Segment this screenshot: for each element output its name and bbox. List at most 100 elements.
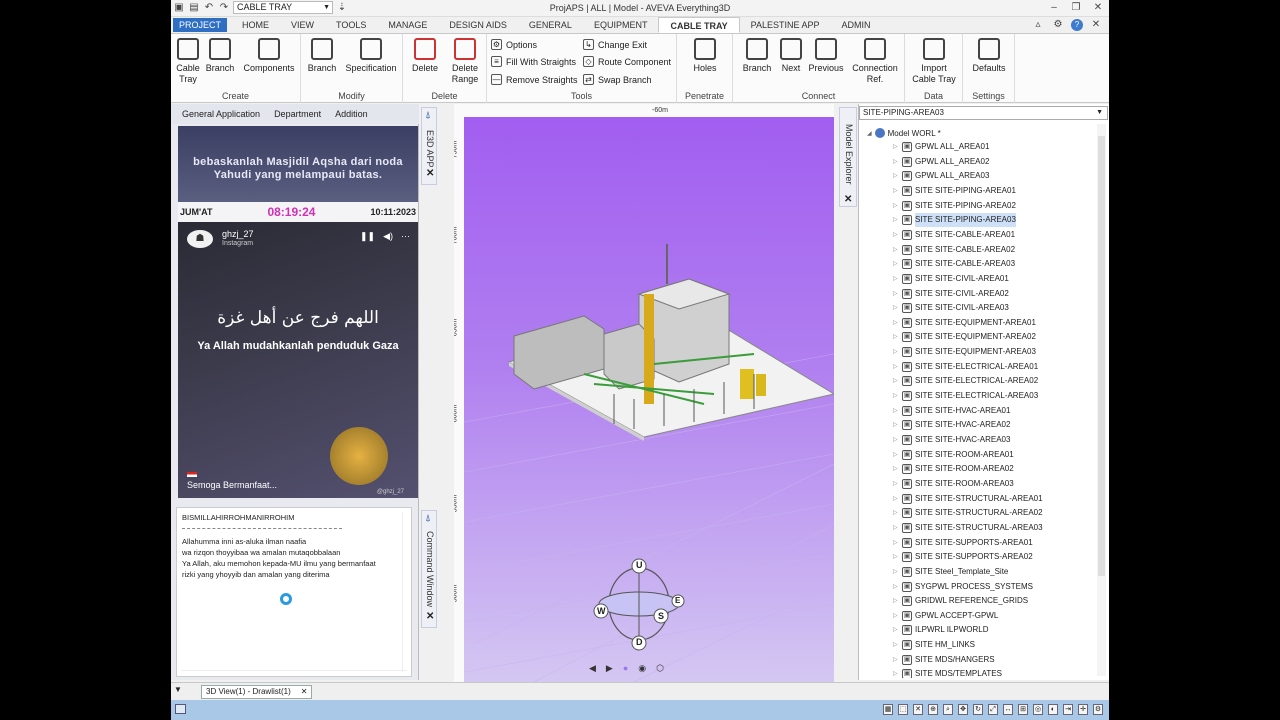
- tab-menu-icon[interactable]: ▼: [174, 685, 182, 694]
- previous-button[interactable]: Previous: [807, 38, 845, 74]
- compass-up[interactable]: U: [636, 560, 643, 570]
- delete-button[interactable]: Delete: [407, 38, 443, 74]
- tree-item[interactable]: ▷ ▣ SITE SITE-STRUCTURAL-AREA01: [893, 492, 1043, 506]
- close-icon[interactable]: ✕: [1091, 1, 1105, 15]
- expand-icon[interactable]: ▷: [893, 623, 899, 637]
- change-exit-button[interactable]: ↳ Change Exit: [583, 39, 647, 50]
- tree-item[interactable]: ▷ ▣ SITE SITE-CABLE-AREA02: [893, 243, 1015, 257]
- tree-item[interactable]: ▷ ▣ SITE Steel_Template_Site: [893, 565, 1008, 579]
- create-branch-button[interactable]: Branch: [204, 38, 236, 74]
- expand-icon[interactable]: ▷: [893, 199, 899, 213]
- tree-item[interactable]: ▷ ▣ SITE SITE-PIPING-AREA01: [893, 184, 1016, 198]
- tree-item[interactable]: ▷ ▣ SITE SITE-CABLE-AREA01: [893, 228, 1015, 242]
- forward-icon[interactable]: ▶: [606, 663, 613, 674]
- specification-button[interactable]: Specification: [341, 38, 401, 74]
- settings-icon[interactable]: ⚙: [1093, 704, 1103, 715]
- tree-item[interactable]: ▷ ▣ SITE SITE-EQUIPMENT-AREA03: [893, 345, 1036, 359]
- zoom-icon[interactable]: ⌕: [943, 704, 953, 715]
- tree-item[interactable]: ▷ ▣ SITE SITE-EQUIPMENT-AREA02: [893, 330, 1036, 344]
- pan-icon[interactable]: ✥: [958, 704, 968, 715]
- compass-south[interactable]: S: [658, 611, 664, 621]
- 3d-viewport[interactable]: -60m 750m 700m 650m 600m 550m 500m U D W…: [454, 104, 834, 682]
- fit-icon[interactable]: ⤢: [988, 704, 998, 715]
- expand-icon[interactable]: ▷: [893, 580, 899, 594]
- tree-item[interactable]: ▷ ▣ SITE SITE-CABLE-AREA03: [893, 257, 1015, 271]
- tree-item[interactable]: ▷ ▣ SITE SITE-ELECTRICAL-AREA01: [893, 360, 1038, 374]
- expand-icon[interactable]: ▷: [893, 140, 899, 154]
- expand-icon[interactable]: ▷: [893, 389, 899, 403]
- expand-icon[interactable]: ▷: [893, 374, 899, 388]
- expand-icon[interactable]: ▷: [893, 536, 899, 550]
- more-icon[interactable]: ···: [401, 231, 410, 242]
- tree-item[interactable]: ▷ ▣ SITE SITE-CIVIL-AREA01: [893, 272, 1009, 286]
- camera-icon[interactable]: ◐: [1048, 704, 1058, 715]
- pause-icon[interactable]: ❚❚: [360, 231, 375, 242]
- tree-item[interactable]: ▷ ▣ GPWL ALL_AREA02: [893, 155, 989, 169]
- axis-icon[interactable]: ✛: [1078, 704, 1088, 715]
- dot-icon[interactable]: ●: [623, 663, 628, 674]
- expand-icon[interactable]: ▷: [893, 228, 899, 242]
- compass-west[interactable]: W: [597, 606, 606, 616]
- modify-branch-button[interactable]: Branch: [305, 38, 339, 74]
- menu-general-application[interactable]: General Application: [182, 109, 260, 119]
- video-panel[interactable]: ☗ ghzj_27 Instagram ❚❚ ◀) ··· اللهم فرج …: [178, 222, 418, 498]
- expand-icon[interactable]: ▷: [893, 638, 899, 652]
- tab-equipment[interactable]: EQUIPMENT: [583, 17, 659, 33]
- globe-icon[interactable]: ◉: [638, 663, 646, 674]
- delete-range-button[interactable]: Delete Range: [445, 38, 485, 85]
- menu-department[interactable]: Department: [274, 109, 321, 119]
- tree-item[interactable]: ▷ ▣ SITE SITE-STRUCTURAL-AREA02: [893, 506, 1043, 520]
- menu-addition[interactable]: Addition: [335, 109, 368, 119]
- scroll-thumb[interactable]: [1098, 136, 1105, 576]
- snap-icon[interactable]: ✕: [913, 704, 923, 715]
- tree-item[interactable]: ▷ ▣ SITE MDS/TEMPLATES: [893, 667, 1002, 678]
- minimize-icon[interactable]: –: [1047, 1, 1061, 15]
- close-icon[interactable]: ✕: [426, 168, 434, 179]
- measure-icon[interactable]: ↔: [1003, 704, 1013, 715]
- expand-icon[interactable]: ▷: [893, 418, 899, 432]
- expand-icon[interactable]: ▷: [893, 360, 899, 374]
- tree-item[interactable]: ▷ ▣ SITE SITE-PIPING-AREA03: [893, 213, 1016, 228]
- tree-item[interactable]: ▷ ▣ SITE MDS/HANGERS: [893, 653, 995, 667]
- tree-item[interactable]: ▷ ▣ SITE SITE-HVAC-AREA02: [893, 418, 1010, 432]
- explorer-scrollbar[interactable]: [1097, 124, 1106, 676]
- command-window-strip[interactable]: ⍋ Command Window ✕: [421, 510, 437, 628]
- pin-icon[interactable]: ⍋: [425, 110, 431, 121]
- tab-cable-tray[interactable]: CABLE TRAY: [658, 17, 740, 33]
- cube-icon[interactable]: ⬡: [656, 663, 664, 674]
- connection-ref-button[interactable]: Connection Ref.: [849, 38, 901, 85]
- swap-branch-button[interactable]: ⇄ Swap Branch: [583, 74, 652, 85]
- options-button[interactable]: ⚙ Options: [491, 39, 537, 50]
- expand-icon[interactable]: ▷: [893, 272, 899, 286]
- import-cable-tray-button[interactable]: Import Cable Tray: [909, 38, 959, 85]
- expand-icon[interactable]: ▷: [893, 257, 899, 271]
- ribbon-close-icon[interactable]: ✕: [1089, 18, 1103, 32]
- tree-item[interactable]: ▷ ▣ GPWL ALL_AREA01: [893, 140, 989, 154]
- expand-icon[interactable]: ▷: [893, 565, 899, 579]
- tree-item[interactable]: ▷ ▣ SITE SITE-CIVIL-AREA03: [893, 301, 1009, 315]
- tree-item[interactable]: ▷ ▣ SITE SITE-ELECTRICAL-AREA03: [893, 389, 1038, 403]
- next-button[interactable]: Next: [777, 38, 805, 74]
- tree-item[interactable]: ▷ ▣ SITE SITE-SUPPORTS-AREA02: [893, 550, 1033, 564]
- expand-icon[interactable]: ▷: [893, 550, 899, 564]
- expand-icon[interactable]: ▷: [893, 330, 899, 344]
- tree-item[interactable]: ▷ ▣ SITE SITE-ROOM-AREA01: [893, 448, 1014, 462]
- expand-icon[interactable]: ▷: [893, 169, 899, 183]
- select-icon[interactable]: ⬚: [898, 704, 908, 715]
- restore-icon[interactable]: ❐: [1069, 1, 1083, 15]
- expand-icon[interactable]: ▷: [893, 609, 899, 623]
- tree-item[interactable]: ▷ ▣ GPWL ALL_AREA03: [893, 169, 989, 183]
- collapse-icon[interactable]: ◢: [867, 130, 872, 137]
- back-icon[interactable]: ◀: [589, 663, 596, 674]
- fill-with-straights-button[interactable]: ≡ Fill With Straights: [491, 56, 576, 67]
- route-component-button[interactable]: ◇ Route Component: [583, 56, 671, 67]
- notes-panel[interactable]: BISMILLAHIRROHMANIRROHIM Allahumma inni …: [176, 507, 412, 677]
- expand-icon[interactable]: ▷: [893, 521, 899, 535]
- model-explorer-strip[interactable]: Model Explorer ✕: [839, 107, 857, 207]
- help-icon[interactable]: ?: [1071, 19, 1083, 31]
- expand-icon[interactable]: ▷: [893, 316, 899, 330]
- doc-tab-3d-view[interactable]: 3D View(1) - Drawlist(1) ✕: [201, 685, 313, 699]
- expand-icon[interactable]: ▷: [893, 155, 899, 169]
- tab-design-aids[interactable]: DESIGN AIDS: [438, 17, 518, 33]
- tab-admin[interactable]: ADMIN: [831, 17, 882, 33]
